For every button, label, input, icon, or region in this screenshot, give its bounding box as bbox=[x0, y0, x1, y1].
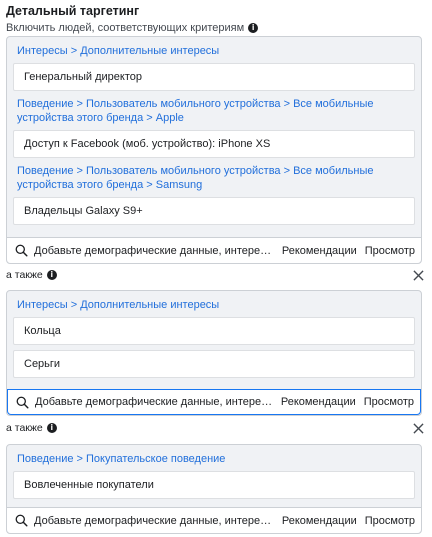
breadcrumb[interactable]: Интересы > Дополнительные интересы bbox=[13, 296, 415, 312]
breadcrumb[interactable]: Поведение > Пользователь мобильного устр… bbox=[13, 162, 415, 192]
search-input[interactable]: Добавьте демографические данные, интерес… bbox=[34, 245, 274, 257]
targeting-group-1: Интересы > Дополнительные интересы Генер… bbox=[6, 36, 422, 264]
browse-button[interactable]: Просмотр bbox=[365, 245, 415, 257]
close-icon[interactable] bbox=[413, 269, 424, 281]
targeting-group-2: Интересы > Дополнительные интересы Кольц… bbox=[6, 290, 422, 416]
also-label: а также i bbox=[6, 422, 57, 434]
also-label: а также i bbox=[6, 269, 57, 281]
info-icon[interactable]: i bbox=[248, 23, 259, 33]
recommendations-button[interactable]: Рекомендации bbox=[281, 396, 356, 408]
browse-button[interactable]: Просмотр bbox=[364, 396, 414, 408]
targeting-group-3: Поведение > Покупательское поведение Вов… bbox=[6, 444, 422, 534]
breadcrumb[interactable]: Поведение > Покупательское поведение bbox=[13, 450, 415, 466]
section-subtitle: Включить людей, соответствующих критерия… bbox=[6, 21, 426, 35]
close-icon[interactable] bbox=[413, 422, 424, 434]
targeting-item[interactable]: Вовлеченные покупатели bbox=[13, 471, 415, 499]
info-icon[interactable]: i bbox=[46, 423, 57, 433]
subtitle-text: Включить людей, соответствующих критерия… bbox=[6, 22, 245, 34]
section-title: Детальный таргетинг bbox=[6, 4, 140, 18]
targeting-item[interactable]: Кольца bbox=[13, 317, 415, 345]
targeting-item[interactable]: Владельцы Galaxy S9+ bbox=[13, 197, 415, 225]
search-row: Добавьте демографические данные, интерес… bbox=[7, 507, 421, 533]
search-icon bbox=[15, 514, 28, 527]
targeting-item[interactable]: Генеральный директор bbox=[13, 63, 415, 91]
also-text: а также bbox=[6, 422, 43, 434]
recommendations-button[interactable]: Рекомендации bbox=[282, 245, 357, 257]
targeting-item[interactable]: Серьги bbox=[13, 350, 415, 378]
also-row: а также i bbox=[6, 268, 426, 282]
also-text: а также bbox=[6, 269, 43, 281]
targeting-item[interactable]: Доступ к Facebook (моб. устройство): iPh… bbox=[13, 130, 415, 158]
browse-button[interactable]: Просмотр bbox=[365, 515, 415, 527]
search-input[interactable]: Добавьте демографические данные, интерес… bbox=[35, 396, 273, 408]
recommendations-button[interactable]: Рекомендации bbox=[282, 515, 357, 527]
search-icon bbox=[16, 396, 29, 409]
search-row: Добавьте демографические данные, интерес… bbox=[7, 389, 421, 415]
also-row: а также i bbox=[6, 421, 426, 435]
detailed-targeting-header: Детальный таргетинг Включить людей, соот… bbox=[6, 4, 426, 35]
breadcrumb[interactable]: Интересы > Дополнительные интересы bbox=[13, 42, 415, 58]
search-icon bbox=[15, 244, 28, 257]
breadcrumb[interactable]: Поведение > Пользователь мобильного устр… bbox=[13, 95, 415, 125]
search-input[interactable]: Добавьте демографические данные, интерес… bbox=[34, 515, 274, 527]
search-row: Добавьте демографические данные, интерес… bbox=[7, 237, 421, 263]
info-icon[interactable]: i bbox=[46, 270, 57, 280]
